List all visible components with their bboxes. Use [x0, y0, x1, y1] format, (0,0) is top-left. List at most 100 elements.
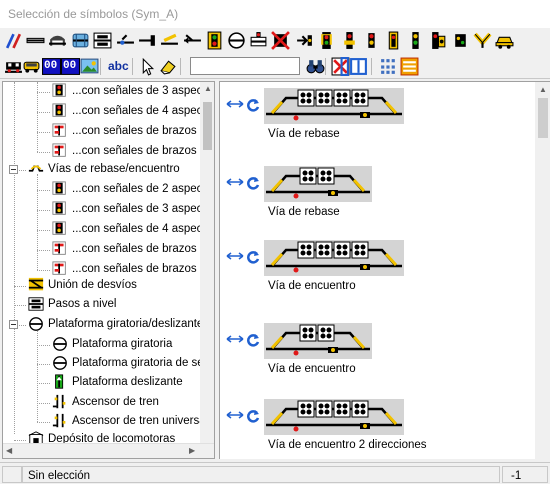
symbol-item[interactable]: Vía de rebase: [220, 88, 530, 156]
locomotive-button[interactable]: [4, 57, 23, 76]
tools-toolbar: 00 00 abc: [0, 54, 550, 79]
rotate-icon[interactable]: [246, 409, 260, 423]
no-symbol-button[interactable]: [331, 57, 350, 76]
tree-item[interactable]: ...con señales de brazos d: [3, 142, 206, 162]
signal-4-icon: [52, 221, 68, 237]
signal-block-button[interactable]: [205, 31, 224, 50]
tree-item[interactable]: Plataforma giratoria de se: [3, 354, 204, 374]
symbol-caption: Vía de encuentro: [268, 363, 356, 375]
status-text: Sin elección: [28, 470, 91, 482]
bumper-button[interactable]: [473, 31, 492, 50]
scroll-right-icon[interactable]: ▶: [189, 446, 195, 455]
rotate-icon[interactable]: [246, 250, 260, 264]
signal-yellow-button[interactable]: [160, 31, 179, 50]
list-view-button[interactable]: [400, 57, 419, 76]
pointer-button[interactable]: [138, 57, 157, 76]
frame-button[interactable]: [349, 57, 368, 76]
swap-direction-icon[interactable]: [226, 252, 244, 260]
repeater-signal-button[interactable]: [451, 31, 470, 50]
bumper-icon: [473, 32, 492, 48]
grid-view-icon: [381, 59, 395, 74]
tree-item[interactable]: Plataforma giratoria/deslizante/: [3, 315, 207, 335]
eraser-button[interactable]: [158, 57, 177, 76]
binoculars-button[interactable]: [306, 57, 325, 76]
symbol-item[interactable]: Vía de rebase: [220, 166, 530, 234]
symbol-item[interactable]: Vía de encuentro 2 direcciones: [220, 399, 530, 459]
digit-display2-button[interactable]: 00: [61, 57, 80, 76]
rotate-icon[interactable]: [246, 98, 260, 112]
tree-item[interactable]: ...con señales de 3 aspec: [3, 200, 202, 220]
tree-item[interactable]: ...con señales de 4 aspec: [3, 220, 203, 240]
tree-item[interactable]: Plataforma deslizante: [3, 373, 199, 393]
toolbar-separator: [180, 58, 181, 75]
swap-direction-icon[interactable]: [226, 335, 244, 343]
rotate-icon[interactable]: [246, 333, 260, 347]
tree-item[interactable]: Pasos a nivel: [3, 295, 199, 315]
category-tree: ...con señales de 3 aspec ...con señales …: [2, 81, 215, 459]
tree-item[interactable]: Unión de desvíos: [3, 276, 199, 296]
tree-item-label: ...con señales de 4 aspec: [72, 223, 203, 235]
rotate-icon[interactable]: [246, 176, 260, 190]
tree-item-label: Vías de rebase/encuentro: [48, 163, 180, 175]
tree-item[interactable]: ...con señales de brazos d: [3, 240, 206, 260]
tree-item[interactable]: ...con señales de 4 aspec: [3, 102, 202, 122]
cross-signal-button[interactable]: [249, 31, 268, 50]
gallery-scroll-thumb[interactable]: [538, 98, 548, 138]
shunt-signal-button[interactable]: [340, 31, 359, 50]
arrow-signal-icon: [297, 35, 312, 46]
cross-signal-icon: [250, 32, 267, 47]
turntable-button[interactable]: [227, 31, 246, 50]
status-value: -1: [511, 470, 522, 482]
text-button[interactable]: abc: [106, 57, 130, 76]
symbol-item[interactable]: Vía de encuentro: [220, 240, 530, 308]
tree-item[interactable]: ...con señales de brazos d: [3, 122, 206, 142]
distant-signal-button[interactable]: [406, 31, 425, 50]
car-yellow-button[interactable]: [22, 57, 41, 76]
symbol-caption: Vía de rebase: [268, 206, 340, 218]
gallery-vertical-scrollbar[interactable]: ▲: [535, 82, 550, 459]
turnout-left-icon: [117, 34, 134, 45]
pencils-button[interactable]: [4, 31, 23, 50]
scroll-left-icon[interactable]: ◀: [6, 446, 12, 455]
display-2-value: 00: [63, 60, 77, 72]
tree-item[interactable]: Ascensor de tren universa: [3, 412, 206, 432]
grid-view-button[interactable]: [379, 57, 398, 76]
tree-scroll-thumb[interactable]: [203, 102, 212, 150]
tree-item[interactable]: Plataforma giratoria: [3, 335, 199, 355]
tree-item-label: ...con señales de 2 aspec: [72, 183, 203, 195]
level-crossing-button[interactable]: [93, 31, 112, 50]
no-signal-button[interactable]: [271, 31, 290, 50]
symbol-item[interactable]: Vía de encuentro: [220, 323, 530, 391]
tree-item[interactable]: Ascensor de tren: [3, 393, 199, 413]
turnout-right-button[interactable]: [183, 31, 202, 50]
light-signal-button[interactable]: [384, 31, 403, 50]
search-input[interactable]: [190, 57, 300, 75]
swap-direction-icon[interactable]: [226, 411, 244, 419]
car-button[interactable]: [495, 31, 514, 50]
scroll-up-icon[interactable]: ▲: [204, 84, 212, 93]
straight-track-button[interactable]: [26, 31, 45, 50]
dwarf-signal-button[interactable]: [362, 31, 381, 50]
tree-horizontal-scrollbar[interactable]: ◀ ▶: [3, 443, 214, 458]
arrow-signal-button[interactable]: [295, 31, 314, 50]
straight-track-icon: [26, 37, 45, 44]
main-signal-button[interactable]: [317, 31, 336, 50]
scroll-up-icon[interactable]: ▲: [539, 85, 547, 94]
tunnel-button[interactable]: [48, 31, 67, 50]
picture-button[interactable]: [80, 57, 99, 76]
digit-display-button[interactable]: 00: [42, 57, 61, 76]
bridge-button[interactable]: [71, 31, 90, 50]
swap-direction-icon[interactable]: [226, 178, 244, 186]
turnout-right-icon: [184, 34, 201, 44]
tree-item[interactable]: Vías de rebase/encuentro: [3, 160, 199, 180]
tree-item[interactable]: ...con señales de 3 aspec: [3, 82, 203, 102]
track-end-button[interactable]: [138, 31, 157, 50]
tree-item-label: ...con señales de 3 aspec: [72, 85, 203, 97]
turnout-left-button[interactable]: [116, 31, 135, 50]
swap-direction-icon[interactable]: [226, 100, 244, 108]
tree-vertical-scrollbar[interactable]: ▲: [200, 82, 214, 443]
combined-signal-button[interactable]: [429, 31, 448, 50]
no-symbol-icon: [331, 57, 350, 76]
tree-item[interactable]: ...con señales de 2 aspec: [3, 180, 203, 200]
window-title: Selección de símbolos (Sym_A): [8, 7, 179, 21]
